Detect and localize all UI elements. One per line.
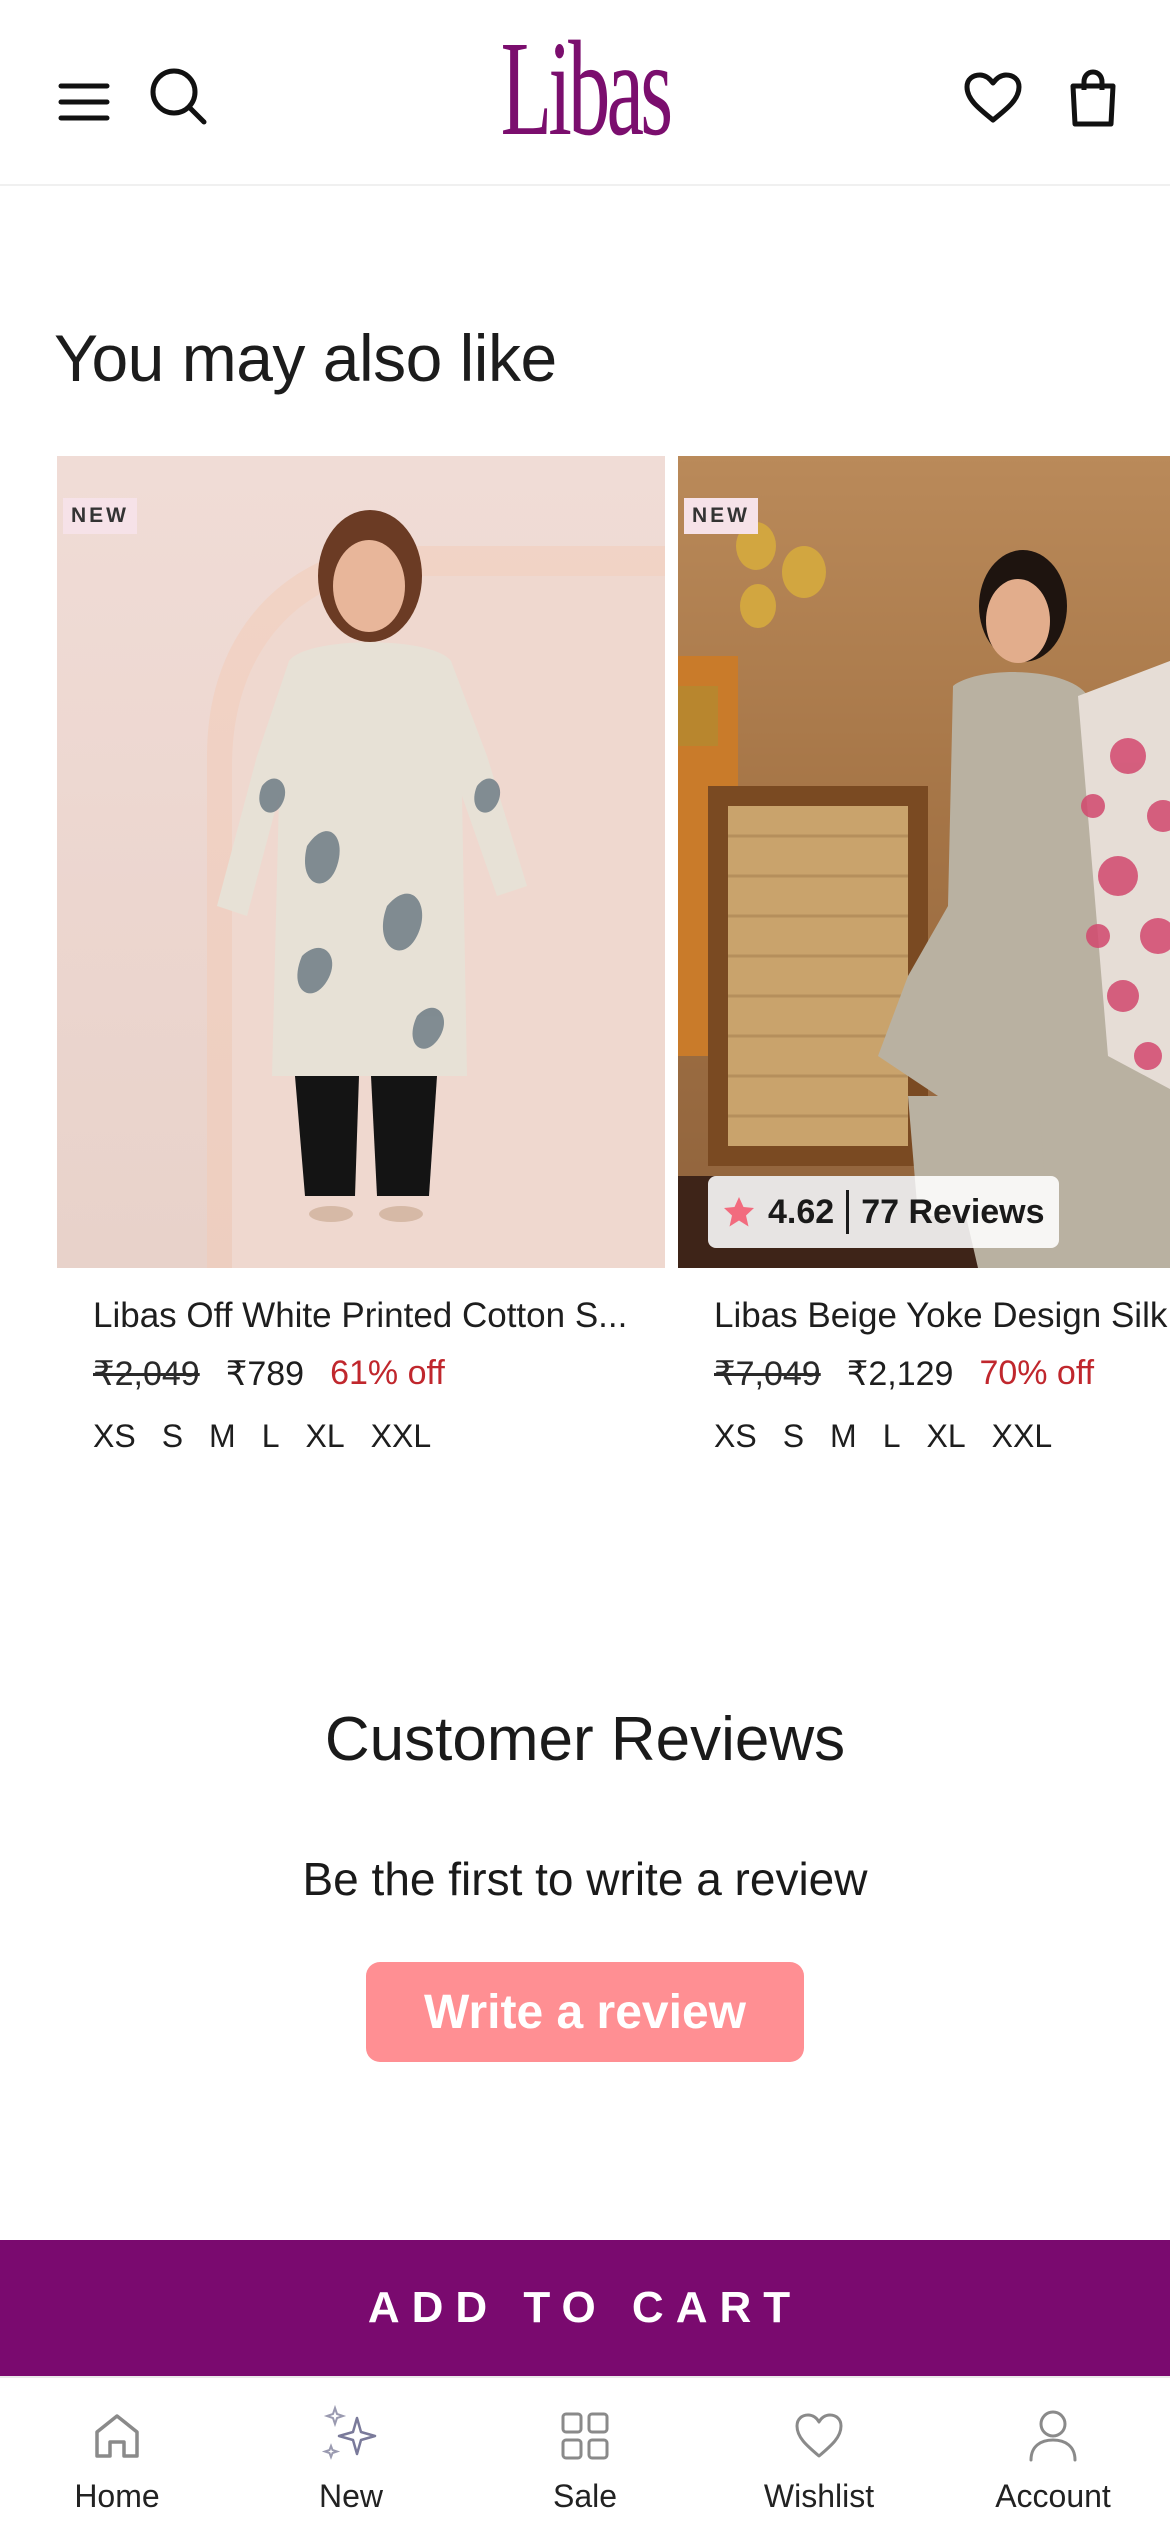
size-option[interactable]: L — [262, 1418, 280, 1455]
product-image[interactable]: NEW 4.62 77 Reviews — [678, 456, 1170, 1268]
discount-label: 70% off — [979, 1354, 1095, 1392]
original-price: ₹7,049 — [714, 1355, 821, 1393]
sale-price: ₹2,129 — [846, 1355, 954, 1393]
size-option[interactable]: XXL — [992, 1418, 1052, 1455]
size-option[interactable]: XS — [93, 1418, 136, 1455]
reviews-subtitle: Be the first to write a review — [302, 1853, 868, 1905]
product-name[interactable]: Libas Beige Yoke Design Silk — [714, 1296, 1170, 1336]
new-badge: NEW — [684, 498, 758, 534]
review-count: 77 Reviews — [861, 1192, 1045, 1231]
size-option[interactable]: XS — [714, 1418, 757, 1455]
user-icon — [1021, 2404, 1085, 2468]
app-header: Libas — [0, 0, 1170, 186]
section-title: You may also like — [54, 321, 557, 395]
sparkle-icon — [319, 2404, 383, 2468]
nav-label: Home — [74, 2478, 160, 2514]
write-review-button[interactable]: Write a review — [366, 1962, 804, 2062]
nav-label: Sale — [552, 2478, 618, 2514]
add-to-cart-button[interactable]: ADD TO CART — [0, 2240, 1170, 2376]
nav-label: Wishlist — [763, 2478, 875, 2514]
size-option[interactable]: XL — [305, 1418, 344, 1455]
search-icon[interactable] — [148, 66, 208, 126]
grid-icon — [553, 2404, 617, 2468]
menu-icon[interactable] — [56, 78, 112, 126]
sale-price: ₹789 — [225, 1355, 305, 1393]
price-row: ₹2,049 ₹789 61% off — [93, 1354, 445, 1394]
shopping-bag-icon[interactable] — [1064, 66, 1122, 130]
bottom-nav: Home New Sale Wishlist Account — [0, 2376, 1170, 2532]
rating-value: 4.62 — [768, 1192, 835, 1231]
size-option[interactable]: L — [883, 1418, 901, 1455]
nav-item-wishlist[interactable]: Wishlist — [702, 2378, 936, 2532]
size-option[interactable]: S — [783, 1418, 804, 1455]
size-option[interactable]: XL — [926, 1418, 965, 1455]
heart-icon[interactable] — [960, 68, 1026, 128]
reviews-title: Customer Reviews — [324, 1705, 846, 1774]
product-image[interactable]: NEW — [57, 456, 665, 1268]
size-option[interactable]: XXL — [371, 1418, 431, 1455]
new-badge: NEW — [63, 498, 137, 534]
rating-divider — [846, 1190, 850, 1234]
price-row: ₹7,049 ₹2,129 70% off — [714, 1354, 1094, 1394]
size-option[interactable]: S — [162, 1418, 183, 1455]
nav-item-home[interactable]: Home — [0, 2378, 234, 2532]
brand-logo[interactable]: Libas — [222, 20, 947, 158]
nav-item-account[interactable]: Account — [936, 2378, 1170, 2532]
original-price: ₹2,049 — [93, 1355, 200, 1393]
size-list: XS S M L XL XXL — [714, 1418, 1052, 1455]
star-icon — [724, 1197, 754, 1227]
nav-label: New — [318, 2478, 383, 2514]
home-icon — [85, 2404, 149, 2468]
discount-label: 61% off — [330, 1354, 445, 1392]
size-list: XS S M L XL XXL — [93, 1418, 431, 1455]
size-option[interactable]: M — [209, 1418, 236, 1455]
nav-item-new[interactable]: New — [234, 2378, 468, 2532]
size-option[interactable]: M — [830, 1418, 857, 1455]
product-name[interactable]: Libas Off White Printed Cotton S... — [93, 1296, 653, 1336]
nav-label: Account — [995, 2478, 1111, 2514]
nav-item-sale[interactable]: Sale — [468, 2378, 702, 2532]
rating-pill[interactable]: 4.62 77 Reviews — [708, 1176, 1059, 1248]
heart-icon — [787, 2404, 851, 2468]
